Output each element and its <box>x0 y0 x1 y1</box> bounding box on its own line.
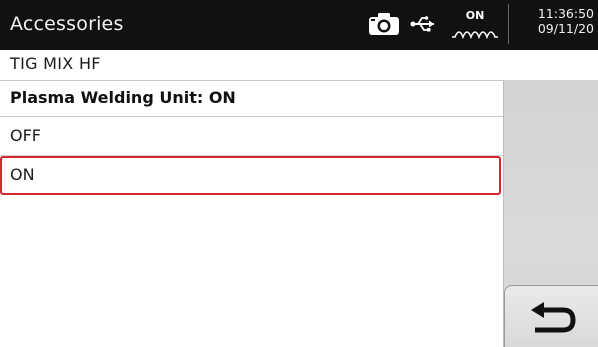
clock-time: 11:36:50 <box>537 6 594 21</box>
clock: 11:36:50 09/11/20 <box>512 6 594 36</box>
back-button[interactable] <box>504 285 598 347</box>
option-on-label: ON <box>10 165 35 184</box>
usb-icon <box>410 15 436 33</box>
arc-status-label: ON <box>465 9 485 22</box>
header-divider <box>508 4 509 44</box>
screen: Accessories ON 11:36:50 09/11/20 TIG MIX… <box>0 0 598 347</box>
option-off[interactable]: OFF <box>0 117 503 156</box>
arc-wave-icon <box>451 23 499 40</box>
option-on-selected[interactable]: ON <box>0 156 501 195</box>
page-title: Accessories <box>10 13 124 35</box>
header-bar: Accessories ON 11:36:50 09/11/20 <box>0 0 598 50</box>
option-list: Plasma Welding Unit: ON OFF ON <box>0 80 504 347</box>
clock-date: 09/11/20 <box>537 21 594 36</box>
return-arrow-icon <box>527 300 579 338</box>
camera-icon[interactable] <box>368 12 400 36</box>
list-header-label: Plasma Welding Unit: ON <box>10 88 236 107</box>
process-subtitle: TIG MIX HF <box>10 54 101 73</box>
option-off-label: OFF <box>10 126 41 145</box>
list-header: Plasma Welding Unit: ON <box>0 81 503 117</box>
arc-status: ON <box>449 3 501 43</box>
